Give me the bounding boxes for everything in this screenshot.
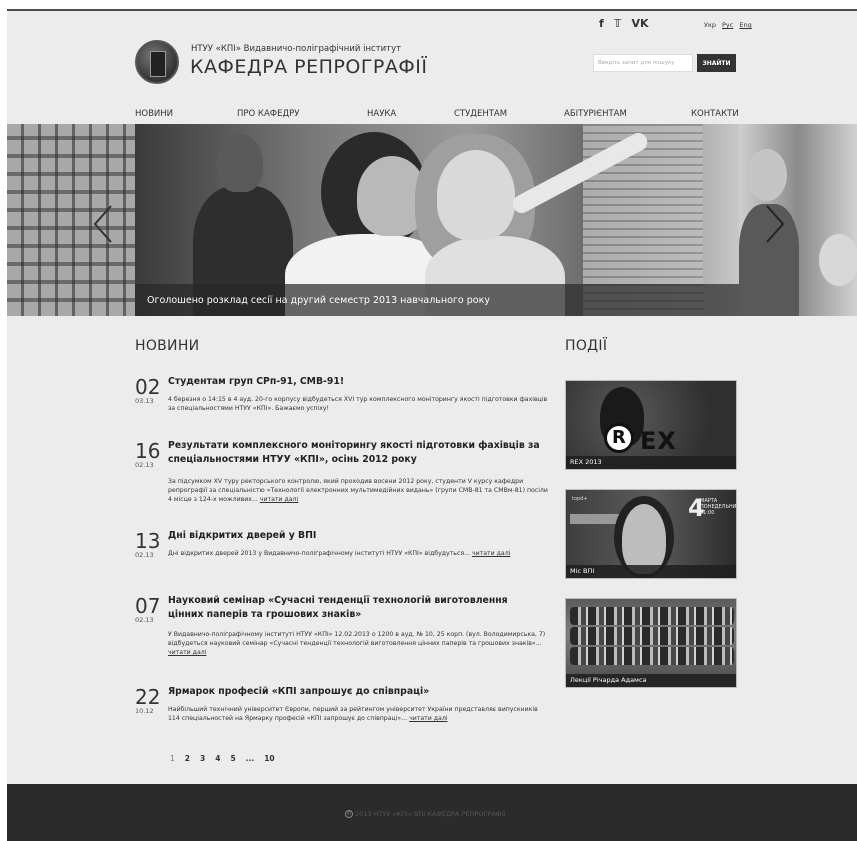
slider-prev-arrow-icon[interactable] <box>93 204 113 244</box>
news-title[interactable]: Ярмарок професій «КПІ запрошує до співпр… <box>168 685 540 699</box>
news-date: 10.12 <box>135 707 154 715</box>
events-section-title: ПОДІЇ <box>565 338 608 354</box>
institute-line: НТУУ «КПІ» Видавничо-поліграфічний інсти… <box>191 44 402 54</box>
news-item: 07 02.13 Науковий семінар «Сучасні тенде… <box>135 594 545 674</box>
footer: © 2013 НТУУ «КПІ» ВПІ КАФЕДРА РЕПРОГРАФІЇ <box>7 784 857 841</box>
news-text: За підсумком XV туру ректорського контро… <box>168 478 548 503</box>
facebook-icon[interactable]: f <box>599 17 604 30</box>
nav-item-news[interactable]: НОВИНИ <box>135 109 173 119</box>
page-link[interactable]: 10 <box>264 754 274 763</box>
read-more-link[interactable]: читати далі <box>472 550 510 557</box>
news-item: 13 02.13 Дні відкритих дверей у ВПІ Дні … <box>135 529 545 579</box>
search-input[interactable]: Введіть запит для пошуку <box>593 54 693 72</box>
news-title[interactable]: Науковий семінар «Сучасні тенденції техн… <box>168 594 540 622</box>
news-day: 07 <box>135 594 161 618</box>
page-ellipsis: ... <box>245 754 255 763</box>
news-date: 03.13 <box>135 397 154 405</box>
language-switcher: Укр Рус Eng <box>704 21 752 29</box>
nav-item-applicants[interactable]: АБІТУРІЄНТАМ <box>564 109 627 119</box>
slider-next-arrow-icon[interactable] <box>765 204 785 244</box>
news-day: 16 <box>135 439 161 463</box>
main-nav: НОВИНИ ПРО КАФЕДРУ НАУКА СТУДЕНТАМ АБІТУ… <box>135 109 739 123</box>
read-more-link[interactable]: читати далі <box>168 649 206 656</box>
hero-slider[interactable]: Оголошено розклад сесії на другий семест… <box>7 124 857 316</box>
read-more-link[interactable]: читати далі <box>260 496 298 503</box>
pagination: 1 2 3 4 5 ... 10 <box>170 754 275 763</box>
lang-rus[interactable]: Рус <box>722 21 733 29</box>
miss-date-text: МАРТА ПОНЕДЕЛЬНИК 21:00 <box>700 498 737 516</box>
news-title[interactable]: Дні відкритих дверей у ВПІ <box>168 529 540 543</box>
news-date: 02.13 <box>135 616 154 624</box>
news-day: 02 <box>135 375 161 399</box>
slide-caption-text: Оголошено розклад сесії на другий семест… <box>147 295 490 306</box>
event-card-rex[interactable]: R EX REX 2013 <box>565 380 737 470</box>
news-item: 22 10.12 Ярмарок професій «КПІ запрошує … <box>135 685 545 735</box>
lang-eng[interactable]: Eng <box>739 21 751 29</box>
news-text: Дні відкритих дверей 2013 у Видавничо-по… <box>168 550 511 557</box>
page-link[interactable]: 1 <box>170 754 175 763</box>
news-day: 22 <box>135 685 161 709</box>
search-button[interactable]: ЗНАЙТИ <box>697 54 736 72</box>
department-title[interactable]: КАФЕДРА РЕПРОГРАФІЇ <box>190 56 427 78</box>
slide-caption[interactable]: Оголошено розклад сесії на другий семест… <box>135 284 739 316</box>
page: НТУУ «КПІ» Видавничо-поліграфічний інсти… <box>7 9 857 841</box>
twitter-icon[interactable]: 𝕋 <box>614 17 622 30</box>
event-card-miss[interactable]: topd+ 4 МАРТА ПОНЕДЕЛЬНИК 21:00 Міс ВПІ <box>565 489 737 579</box>
news-item: 02 03.13 Студентам груп СРп-91, СМВ-91! … <box>135 375 548 425</box>
news-day: 13 <box>135 529 161 553</box>
lang-ukr[interactable]: Укр <box>704 21 716 29</box>
rex-letter: R <box>612 427 626 448</box>
event-label: REX 2013 <box>570 458 602 466</box>
page-link[interactable]: 3 <box>200 754 205 763</box>
nav-item-science[interactable]: НАУКА <box>367 109 396 119</box>
news-date: 02.13 <box>135 551 154 559</box>
page-link[interactable]: 4 <box>215 754 220 763</box>
event-label: Лекції Річарда Адамса <box>570 676 647 684</box>
footer-copyright: © 2013 НТУУ «КПІ» ВПІ КАФЕДРА РЕПРОГРАФІЇ <box>345 810 506 818</box>
nav-item-students[interactable]: СТУДЕНТАМ <box>454 109 507 119</box>
slide-prev-image <box>7 124 135 316</box>
nav-item-contacts[interactable]: КОНТАКТИ <box>691 109 739 119</box>
news-section-title: НОВИНИ <box>135 338 200 354</box>
event-card-lectures[interactable]: Лекції Річарда Адамса <box>565 598 737 688</box>
miss-logo-text: topd+ <box>572 496 588 502</box>
social-links: f 𝕋 VK <box>599 17 649 30</box>
read-more-link[interactable]: читати далі <box>409 715 447 722</box>
nav-item-about[interactable]: ПРО КАФЕДРУ <box>237 109 299 119</box>
news-text: Найбільший технічний університет Європи,… <box>168 706 538 722</box>
copyright-icon: © <box>345 810 353 818</box>
page-link[interactable]: 2 <box>185 754 190 763</box>
news-item: 16 02.13 Результати комплексного монітор… <box>135 439 548 519</box>
news-title[interactable]: Результати комплексного моніторингу якос… <box>168 439 540 467</box>
page-link[interactable]: 5 <box>230 754 235 763</box>
department-logo[interactable] <box>135 40 179 84</box>
slide-next-image <box>739 124 857 316</box>
news-text: 4 березня о 14:15 в 4 ауд. 20-го корпусу… <box>168 396 548 412</box>
news-text: У Видавничо-поліграфічному інституті НТУ… <box>168 631 546 656</box>
news-date: 02.13 <box>135 461 154 469</box>
event-label: Міс ВПІ <box>570 567 595 575</box>
news-title[interactable]: Студентам груп СРп-91, СМВ-91! <box>168 375 540 389</box>
vk-icon[interactable]: VK <box>631 17 648 30</box>
rex-logo-text: EX <box>640 427 677 455</box>
